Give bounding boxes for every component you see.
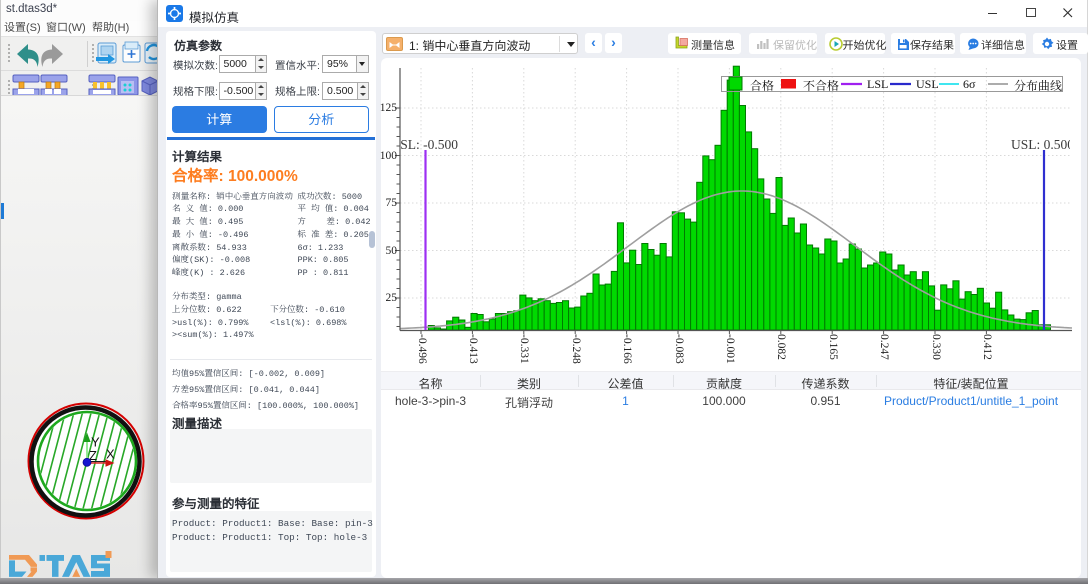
svg-text:X: X xyxy=(106,447,115,462)
